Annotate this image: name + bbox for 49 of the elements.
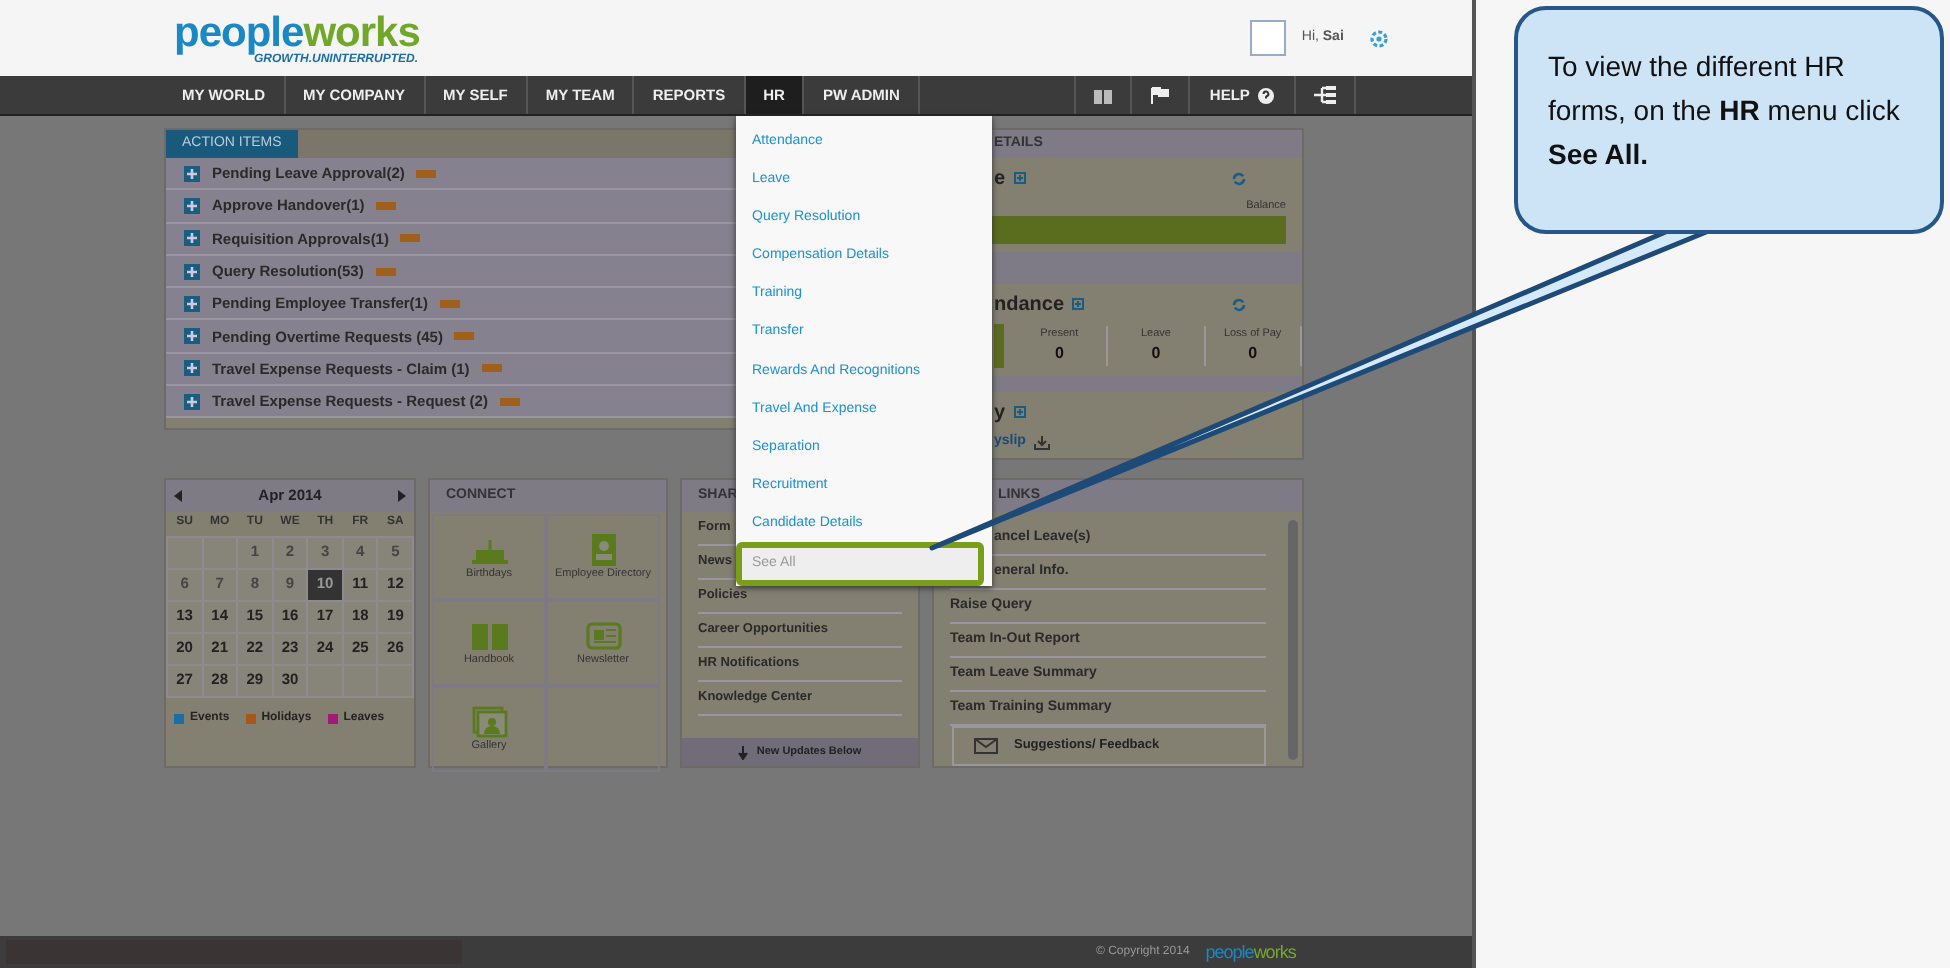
stat-value: 0 [1248, 342, 1258, 367]
footer-logo: peopleworks [1205, 943, 1296, 961]
help-icon [1257, 87, 1274, 103]
new-tag-icon [481, 364, 502, 373]
expand-icon [184, 393, 200, 410]
section-title: ndance [994, 291, 1065, 320]
download-icon [1033, 436, 1050, 450]
newspaper-icon [583, 619, 623, 652]
logo: peopleworks [174, 11, 420, 53]
new-tag-icon [400, 234, 421, 243]
attendance-tile [994, 324, 1004, 369]
avatar-placeholder [1249, 20, 1286, 56]
expand-icon [184, 263, 200, 280]
expand-icon [184, 360, 200, 377]
scrollbar[interactable] [1288, 520, 1298, 760]
new-tag-icon [376, 201, 397, 210]
expand-icon [184, 328, 200, 345]
next-month-button[interactable] [398, 490, 406, 502]
section-title: y [994, 399, 1006, 428]
photos-icon [469, 705, 509, 738]
section-title: e [994, 165, 1006, 193]
new-tag-icon [454, 332, 475, 341]
expand-icon [184, 197, 200, 214]
new-tag-icon [439, 299, 460, 308]
stat-value: 0 [1151, 342, 1161, 367]
new-tag-icon [375, 267, 396, 276]
expand-icon [1072, 298, 1085, 311]
caret-left-icon [174, 490, 182, 502]
caret-right-icon [398, 490, 406, 502]
envelope-icon [974, 738, 998, 754]
refresh-icon [1232, 297, 1246, 312]
settings-icon [1367, 27, 1390, 49]
down-arrow-icon [738, 745, 749, 759]
stat-value: 0 [1054, 342, 1064, 367]
callout-text: To view the different HR forms, on the HR menu click See All. [1548, 48, 1902, 174]
expand-icon [184, 230, 200, 247]
expand-icon [1013, 172, 1026, 184]
flags-icon [1149, 86, 1170, 104]
refresh-icon [1232, 171, 1246, 185]
empty-tile [546, 686, 660, 772]
prev-month-button[interactable] [174, 490, 182, 502]
sitemap-icon [1313, 86, 1336, 104]
book-icon [469, 619, 509, 652]
new-tag-icon [416, 169, 437, 178]
book-icon [1093, 87, 1112, 103]
expand-icon [1013, 406, 1026, 419]
new-tag-icon [499, 397, 520, 406]
expand-icon [184, 295, 200, 312]
expand-icon [184, 165, 200, 182]
